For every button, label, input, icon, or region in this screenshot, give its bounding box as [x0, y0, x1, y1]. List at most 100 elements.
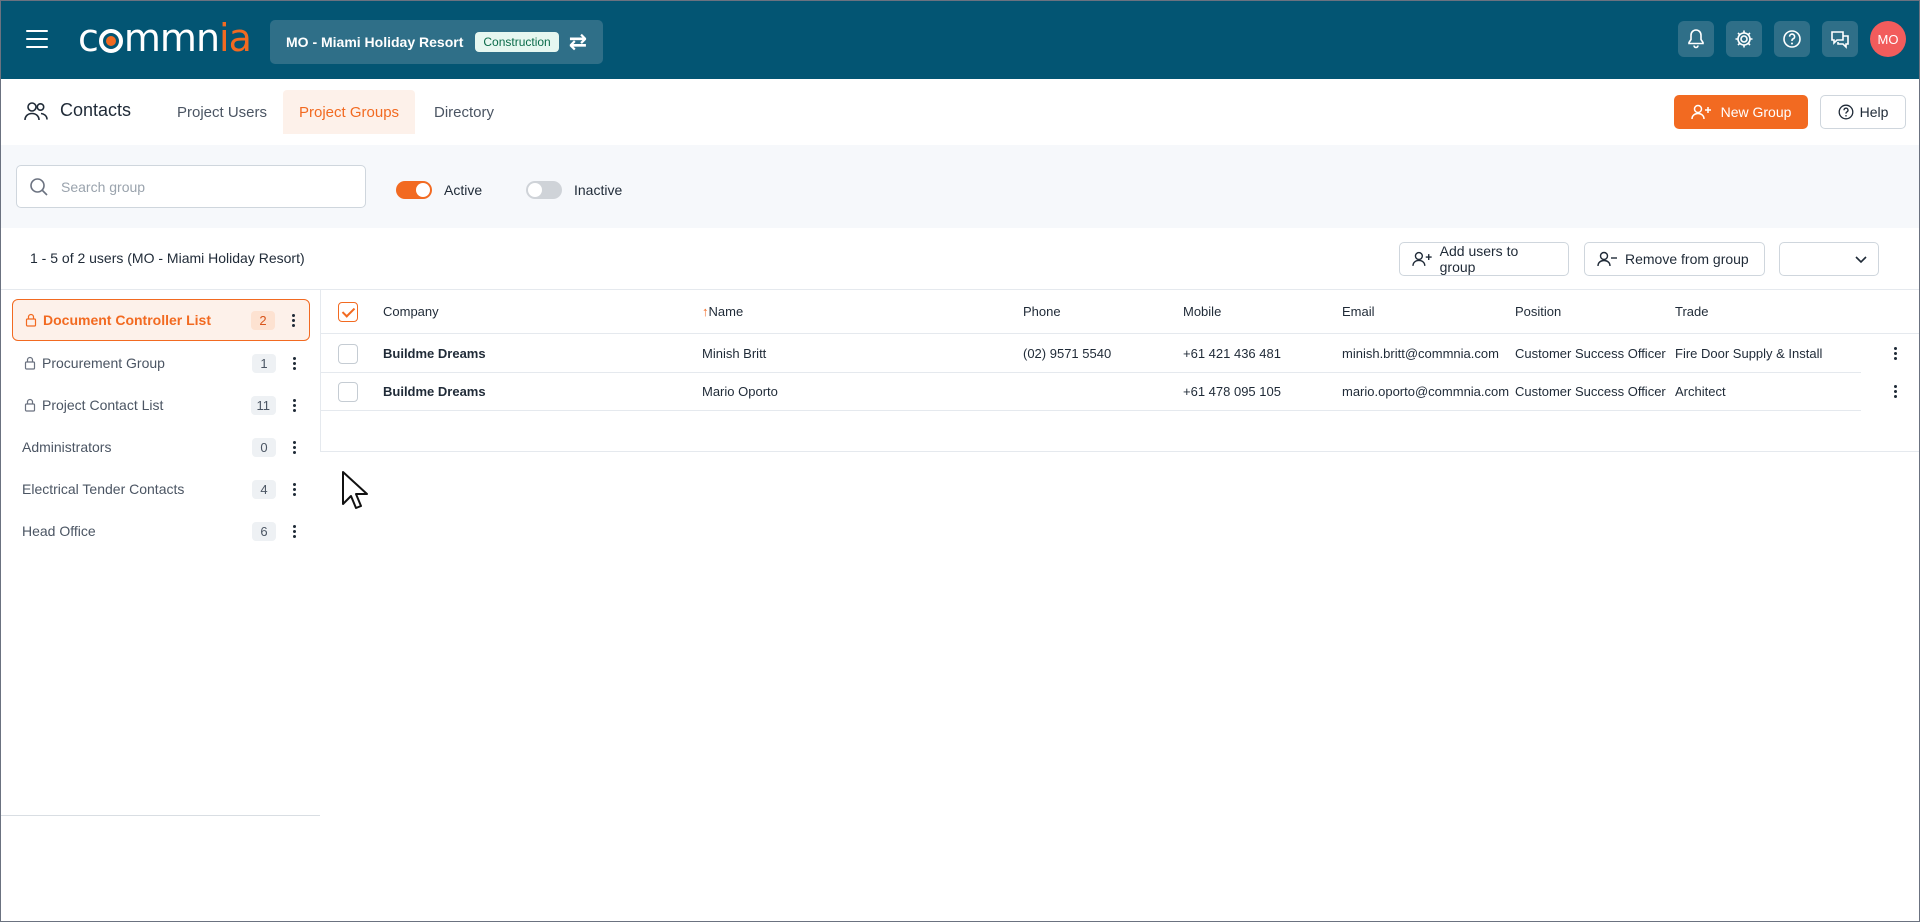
cell-mobile: +61 421 436 481 — [1183, 346, 1281, 361]
search-group-input[interactable] — [61, 178, 341, 195]
group-item-procurement-group[interactable]: Procurement Group 1 — [12, 342, 310, 384]
group-count-badge: 4 — [252, 479, 276, 499]
remove-from-group-button[interactable]: Remove from group — [1584, 242, 1765, 276]
inactive-toggle-switch[interactable] — [526, 181, 562, 199]
row-checkbox[interactable] — [338, 382, 358, 402]
project-name: MO - Miami Holiday Resort — [286, 34, 464, 50]
group-item-project-contact-list[interactable]: Project Contact List 11 — [12, 384, 310, 426]
inactive-toggle[interactable]: Inactive — [526, 181, 622, 199]
search-icon — [30, 177, 48, 196]
remove-from-group-label: Remove from group — [1625, 251, 1749, 267]
user-avatar[interactable]: MO — [1870, 21, 1906, 57]
column-name[interactable]: ↑Name — [702, 304, 743, 319]
page-title-text: Contacts — [60, 100, 132, 120]
more-options-icon[interactable] — [285, 313, 301, 328]
row-more-options-icon[interactable] — [1887, 346, 1903, 361]
group-name: Administrators — [22, 439, 112, 455]
more-options-icon[interactable] — [286, 440, 302, 455]
hamburger-menu-icon[interactable] — [26, 30, 48, 50]
tab-project-groups[interactable]: Project Groups — [283, 90, 416, 134]
more-options-icon[interactable] — [286, 398, 302, 413]
more-options-icon[interactable] — [286, 482, 302, 497]
row-checkbox[interactable] — [338, 344, 358, 364]
cell-company: Buildme Dreams — [383, 346, 486, 361]
group-count-badge: 1 — [252, 353, 276, 373]
table-row[interactable]: Buildme Dreams Mario Oporto +61 478 095 … — [321, 373, 1861, 411]
active-toggle-label: Active — [444, 182, 483, 198]
members-table: Company ↑Name Phone Mobile Email Positio… — [321, 290, 1920, 452]
remove-user-icon — [1597, 251, 1617, 267]
column-position[interactable]: Position — [1515, 304, 1561, 319]
row-more-options-icon[interactable] — [1887, 384, 1903, 399]
help-button[interactable]: Help — [1820, 95, 1906, 129]
group-name: Procurement Group — [42, 355, 165, 371]
tab-project-users[interactable]: Project Users — [161, 90, 283, 134]
settings-gear-icon[interactable] — [1726, 21, 1762, 57]
swap-arrows-icon: ⇄ — [568, 29, 588, 54]
more-options-icon[interactable] — [286, 356, 302, 371]
group-item-document-controller-list[interactable]: Document Controller List 2 — [12, 299, 310, 341]
column-mobile[interactable]: Mobile — [1183, 304, 1221, 319]
commnia-logo[interactable]: c mmn ia — [78, 16, 252, 60]
tab-directory[interactable]: Directory — [418, 90, 510, 134]
actions-dropdown[interactable] — [1779, 242, 1879, 276]
logo-text-start: c — [78, 16, 99, 60]
group-item-administrators[interactable]: Administrators 0 — [12, 426, 310, 468]
group-item-electrical-tender-contacts[interactable]: Electrical Tender Contacts 4 — [12, 468, 310, 510]
cell-email: mario.oporto@commnia.com — [1342, 384, 1510, 399]
group-count-badge: 6 — [252, 521, 276, 541]
group-name: Document Controller List — [43, 312, 212, 328]
group-name: Head Office — [22, 523, 96, 539]
contacts-people-icon — [24, 101, 48, 120]
cell-mobile: +61 478 095 105 — [1183, 384, 1281, 399]
cell-trade: Fire Door Supply & Install — [1675, 346, 1823, 361]
inactive-toggle-label: Inactive — [574, 182, 623, 198]
logo-text-accent: ia — [219, 16, 252, 60]
group-item-head-office[interactable]: Head Office 6 — [12, 510, 310, 552]
contacts-nav: Contacts Project Users Project Groups Di… — [0, 90, 1920, 134]
column-trade[interactable]: Trade — [1675, 304, 1708, 319]
column-name-label: Name — [708, 304, 744, 319]
filter-bar: Active Inactive — [0, 145, 1920, 228]
cell-company: Buildme Dreams — [383, 384, 486, 399]
help-circle-icon — [1838, 104, 1854, 120]
group-name: Project Contact List — [42, 397, 164, 413]
new-group-button[interactable]: New Group — [1674, 95, 1808, 129]
select-all-checkbox[interactable] — [338, 302, 358, 322]
top-bar: c mmn ia MO - Miami Holiday Resort Constru… — [0, 0, 1920, 79]
logo-o-mark — [98, 29, 123, 53]
column-company[interactable]: Company — [383, 304, 439, 319]
lock-icon — [24, 356, 38, 370]
chat-messages-icon[interactable] — [1822, 21, 1858, 57]
lock-icon — [24, 398, 38, 412]
group-count-badge: 0 — [252, 437, 276, 457]
cell-position: Customer Success Officer — [1515, 384, 1666, 399]
active-toggle[interactable]: Active — [396, 181, 482, 199]
group-name: Electrical Tender Contacts — [22, 481, 185, 497]
cell-phone: (02) 9571 5540 — [1023, 346, 1112, 361]
group-count-badge: 2 — [251, 310, 275, 330]
add-user-icon — [1690, 104, 1711, 120]
chevron-down-icon — [1855, 256, 1867, 264]
page-title: Contacts — [24, 100, 131, 121]
project-switcher[interactable]: MO - Miami Holiday Resort Construction ⇄ — [270, 20, 603, 64]
table-row[interactable]: Buildme Dreams Minish Britt (02) 9571 55… — [321, 335, 1861, 373]
table-header: Company ↑Name Phone Mobile Email Positio… — [321, 290, 1920, 334]
lock-icon — [25, 313, 39, 327]
add-users-to-group-button[interactable]: Add users to group — [1399, 242, 1569, 276]
active-toggle-switch[interactable] — [396, 181, 432, 199]
cell-name: Mario Oporto — [702, 384, 778, 399]
new-group-label: New Group — [1720, 104, 1792, 120]
help-label: Help — [1859, 104, 1889, 120]
add-users-label: Add users to group — [1439, 243, 1519, 275]
cell-trade: Architect — [1675, 384, 1726, 399]
column-email[interactable]: Email — [1342, 304, 1375, 319]
notifications-bell-icon[interactable] — [1678, 21, 1714, 57]
help-question-icon[interactable] — [1774, 21, 1810, 57]
cell-email: minish.britt@commnia.com — [1342, 346, 1499, 361]
column-phone[interactable]: Phone — [1023, 304, 1061, 319]
cell-name: Minish Britt — [702, 346, 767, 361]
search-box[interactable] — [16, 165, 366, 208]
more-options-icon[interactable] — [286, 524, 302, 539]
result-count: 1 - 5 of 2 users (MO - Miami Holiday Res… — [30, 250, 305, 266]
